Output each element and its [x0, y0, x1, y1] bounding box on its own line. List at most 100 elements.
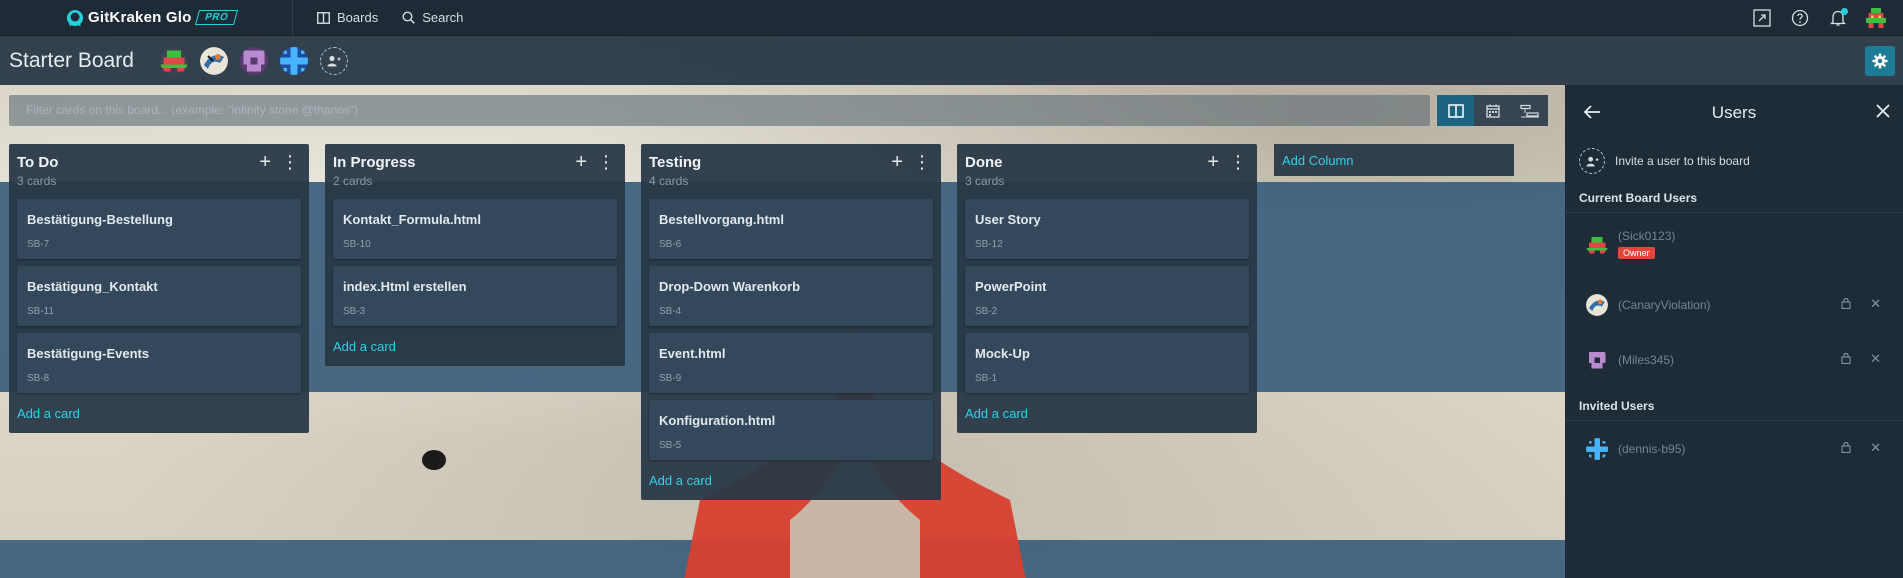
board-member-avatar[interactable]	[199, 46, 228, 75]
nav-boards-link[interactable]: Boards	[317, 10, 378, 25]
board-member-avatar[interactable]	[279, 46, 308, 75]
user-avatar	[1586, 234, 1608, 256]
user-name: (Miles345)	[1618, 352, 1675, 367]
column-card-count: 3 cards	[17, 174, 57, 188]
user-avatar-icon	[1866, 8, 1886, 28]
add-column-button[interactable]: Add Column	[1274, 144, 1514, 176]
add-card-plus-icon[interactable]: +	[259, 152, 271, 172]
card-filter-input[interactable]: Filter cards on this board... (example: …	[9, 95, 1430, 126]
add-card-link[interactable]: Add a card	[325, 326, 625, 366]
card[interactable]: Bestellvorgang.html SB-6	[649, 199, 933, 259]
calendar-view-button[interactable]	[1474, 95, 1511, 126]
column-menu-icon[interactable]: ⋮	[597, 153, 615, 171]
card-title: Bestätigung-Events	[27, 346, 150, 361]
card[interactable]: index.Html erstellen SB-3	[333, 266, 617, 326]
add-user-icon	[327, 55, 341, 66]
invite-user-button[interactable]: Invite a user to this board	[1565, 143, 1903, 179]
card-title: Drop-Down Warenkorb	[659, 279, 801, 294]
add-member-button[interactable]	[319, 46, 348, 75]
card[interactable]: Bestätigung-Bestellung SB-7	[17, 199, 301, 259]
card[interactable]: Bestätigung_Kontakt SB-11	[17, 266, 301, 326]
card[interactable]: PowerPoint SB-2	[965, 266, 1249, 326]
external-link-button[interactable]	[1751, 7, 1773, 29]
card-title: PowerPoint	[975, 279, 1047, 294]
card-id: SB-8	[27, 373, 50, 384]
board-member-avatar[interactable]	[239, 46, 268, 75]
card-title: Bestätigung_Kontakt	[27, 279, 158, 294]
add-user-circle	[1579, 148, 1605, 174]
column-menu-icon[interactable]: ⋮	[281, 153, 299, 171]
column-to-do: To Do 3 cards + ⋮ Bestätigung-Bestellung…	[9, 144, 309, 433]
board-view-button[interactable]	[1437, 95, 1474, 126]
column-testing: Testing 4 cards + ⋮ Bestellvorgang.html …	[641, 144, 941, 500]
avatar-sick0123-icon	[1586, 234, 1608, 256]
lock-icon[interactable]	[1841, 441, 1851, 453]
help-button[interactable]	[1789, 7, 1811, 29]
column-in-progress: In Progress 2 cards + ⋮ Kontakt_Formula.…	[325, 144, 625, 366]
avatar-miles345-icon	[1586, 348, 1608, 371]
card[interactable]: User Story SB-12	[965, 199, 1249, 259]
card[interactable]: Bestätigung-Events SB-8	[17, 333, 301, 393]
users-panel: Users Invite a user to this board Curren…	[1565, 85, 1903, 578]
add-card-plus-icon[interactable]: +	[891, 152, 903, 172]
card-title: Mock-Up	[975, 346, 1030, 361]
user-menu-button[interactable]	[1865, 7, 1887, 29]
card-title: Event.html	[659, 346, 726, 361]
user-row: (Miles345) ✕	[1565, 332, 1903, 387]
add-card-link[interactable]: Add a card	[957, 393, 1257, 433]
lock-icon[interactable]	[1841, 352, 1851, 364]
card-title: Kontakt_Formula.html	[343, 212, 481, 227]
add-card-plus-icon[interactable]: +	[575, 152, 587, 172]
column-done: Done 3 cards + ⋮ User Story SB-12 PowerP…	[957, 144, 1257, 433]
card[interactable]: Mock-Up SB-1	[965, 333, 1249, 393]
remove-user-icon[interactable]: ✕	[1870, 351, 1881, 367]
view-mode-toggle	[1437, 95, 1548, 126]
column-menu-icon[interactable]: ⋮	[913, 153, 931, 171]
avatar-canaryviolation-icon	[1586, 293, 1608, 316]
invite-user-label: Invite a user to this board	[1615, 154, 1750, 168]
card[interactable]: Event.html SB-9	[649, 333, 933, 393]
user-row: (CanaryViolation) ✕	[1565, 277, 1903, 332]
card-title: Bestellvorgang.html	[659, 212, 784, 227]
card[interactable]: Konfiguration.html SB-5	[649, 400, 933, 460]
lock-icon[interactable]	[1841, 297, 1851, 309]
card-title: Bestätigung-Bestellung	[27, 212, 173, 227]
avatar-miles345-icon	[239, 46, 268, 75]
brand[interactable]: GitKraken Glo PRO	[0, 0, 293, 36]
column-actions: + ⋮	[259, 152, 299, 172]
card-title: index.Html erstellen	[343, 279, 467, 294]
user-avatar	[1586, 293, 1608, 316]
add-card-link[interactable]: Add a card	[9, 393, 309, 433]
column-header[interactable]: Testing 4 cards + ⋮	[641, 144, 941, 192]
avatar-canaryviolation-icon	[199, 46, 228, 75]
gear-icon	[1872, 53, 1888, 69]
column-header[interactable]: To Do 3 cards + ⋮	[9, 144, 309, 192]
background-hole	[422, 450, 446, 470]
card[interactable]: Drop-Down Warenkorb SB-4	[649, 266, 933, 326]
board-title[interactable]: Starter Board	[9, 49, 134, 73]
close-icon[interactable]	[1876, 104, 1890, 118]
board-view-icon	[1447, 103, 1464, 118]
board-member-avatar[interactable]	[159, 46, 188, 75]
column-header[interactable]: Done 3 cards + ⋮	[957, 144, 1257, 192]
boards-icon	[317, 11, 330, 24]
column-menu-icon[interactable]: ⋮	[1229, 153, 1247, 171]
nav-search-label: Search	[422, 10, 464, 25]
add-card-link[interactable]: Add a card	[641, 460, 941, 500]
column-header[interactable]: In Progress 2 cards + ⋮	[325, 144, 625, 192]
help-icon	[1791, 9, 1809, 27]
card[interactable]: Kontakt_Formula.html SB-10	[333, 199, 617, 259]
avatar-dennis-b95-icon	[1586, 437, 1608, 460]
card-title: User Story	[975, 212, 1041, 227]
add-card-plus-icon[interactable]: +	[1207, 152, 1219, 172]
remove-user-icon[interactable]: ✕	[1870, 440, 1881, 456]
nav-search-link[interactable]: Search	[402, 10, 463, 25]
timeline-view-button[interactable]	[1511, 95, 1548, 126]
card-id: SB-3	[343, 306, 366, 317]
user-name: (dennis-b95)	[1618, 441, 1686, 456]
card-id: SB-11	[27, 306, 55, 317]
board-settings-button[interactable]	[1865, 46, 1895, 76]
remove-user-icon[interactable]: ✕	[1870, 296, 1881, 312]
card-id: SB-5	[659, 440, 682, 451]
notifications-button[interactable]	[1827, 7, 1849, 29]
